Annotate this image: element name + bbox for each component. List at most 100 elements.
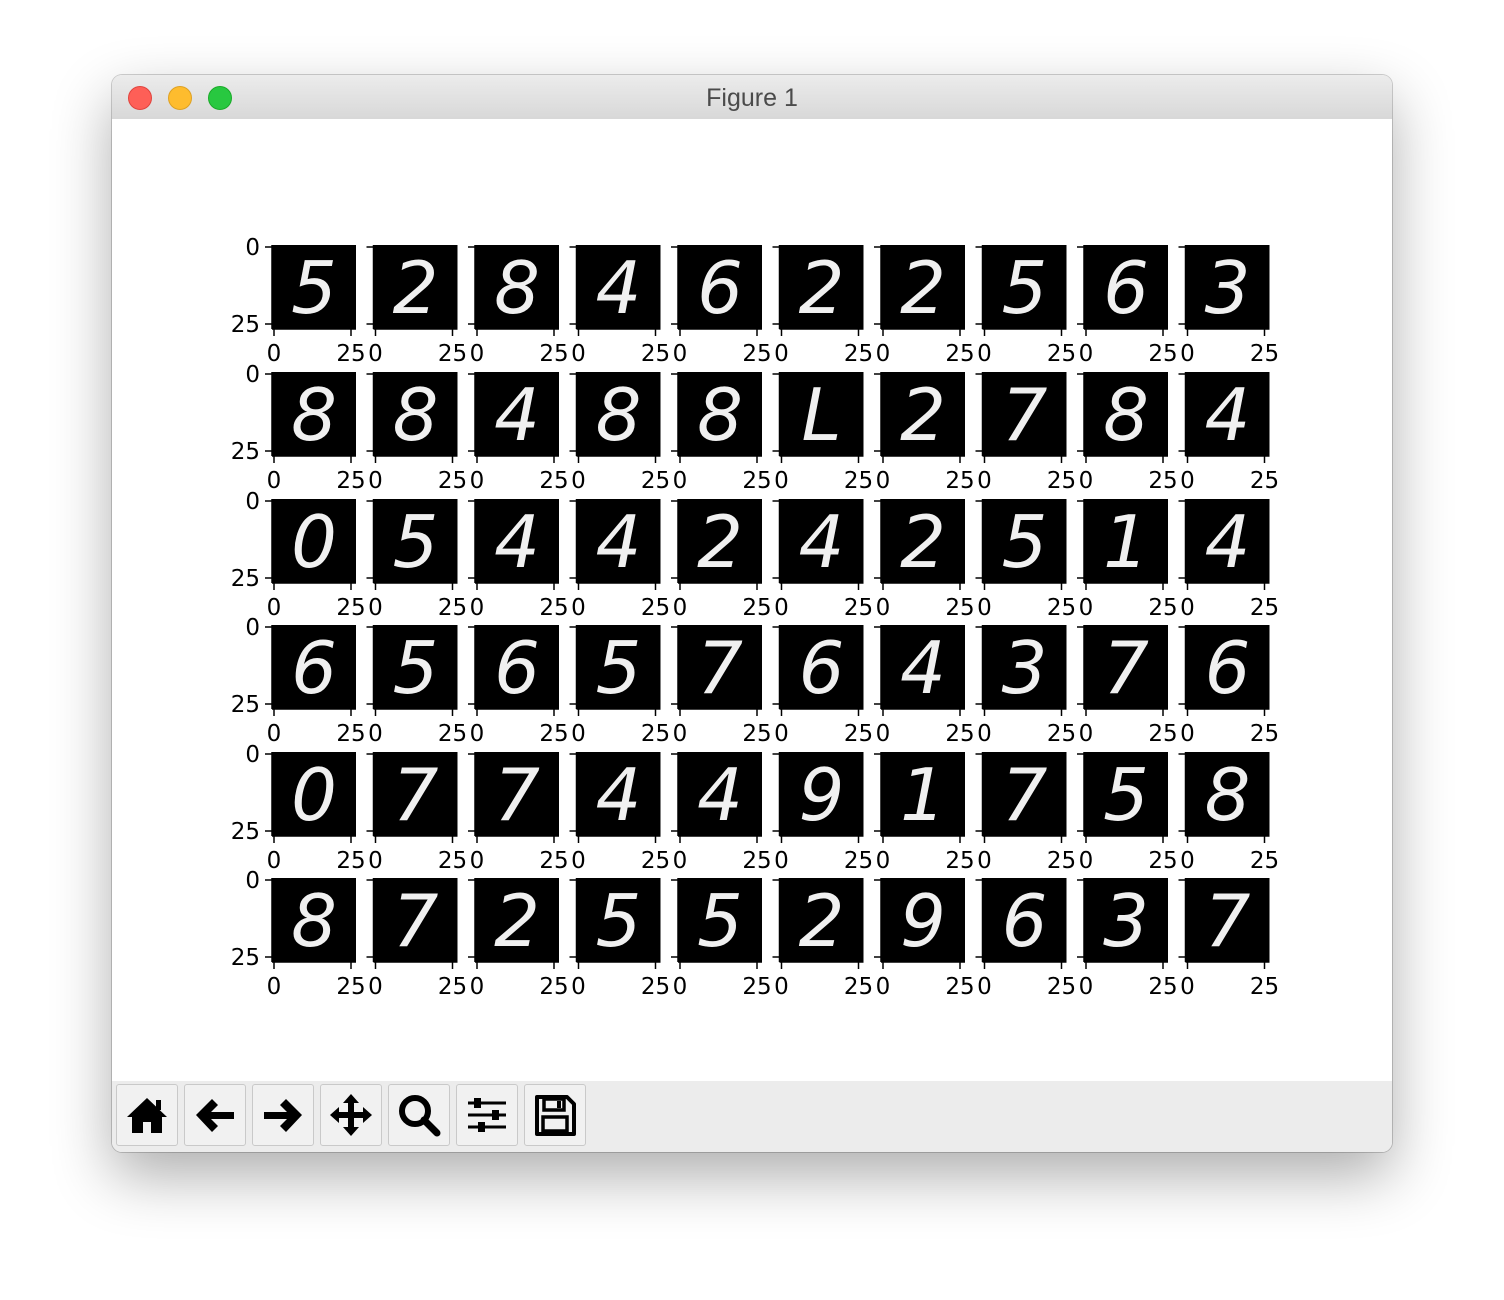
zoom-button[interactable] bbox=[388, 1084, 450, 1146]
magnifier-icon bbox=[399, 1095, 441, 1137]
x-tick-label: 25 bbox=[336, 468, 365, 494]
back-button[interactable] bbox=[184, 1084, 246, 1146]
digit-glyph: 5 bbox=[1103, 753, 1149, 837]
x-tick-label: 0 bbox=[977, 721, 992, 747]
x-tick-label: 0 bbox=[673, 468, 688, 494]
x-tick-label: 0 bbox=[774, 341, 789, 367]
x-tick-label: 25 bbox=[641, 974, 670, 1000]
digit-glyph: 2 bbox=[900, 373, 946, 457]
digit-glyph: 4 bbox=[697, 753, 743, 837]
x-tick-label: 0 bbox=[876, 595, 891, 621]
y-tick-label: 25 bbox=[231, 692, 260, 718]
x-tick-label: 0 bbox=[673, 974, 688, 1000]
x-tick-label: 25 bbox=[336, 595, 365, 621]
x-tick-label: 0 bbox=[267, 468, 282, 494]
x-tick-label: 0 bbox=[1079, 468, 1094, 494]
x-tick-label: 25 bbox=[1148, 595, 1177, 621]
digit-glyph: L bbox=[801, 373, 841, 457]
x-tick-label: 25 bbox=[1250, 848, 1279, 874]
x-tick-label: 0 bbox=[977, 974, 992, 1000]
x-tick-label: 25 bbox=[1047, 974, 1076, 1000]
digit-glyph: 4 bbox=[900, 626, 946, 710]
arrow-right-icon bbox=[264, 1099, 302, 1132]
x-tick-label: 0 bbox=[977, 468, 992, 494]
digit-glyph: 7 bbox=[1002, 753, 1048, 837]
digit-subplot: 6 bbox=[1178, 625, 1270, 716]
figure-canvas[interactable]: 5 0 25 0 25 2 0 25 8 0 25 4 0 25 6 0 25 2 0 25 2 0 25 5 0 25 6 0 25 3… bbox=[112, 119, 1392, 1081]
x-tick-label: 0 bbox=[876, 848, 891, 874]
x-tick-label: 25 bbox=[438, 595, 467, 621]
digit-subplot: 2 bbox=[468, 878, 559, 969]
x-tick-label: 0 bbox=[571, 341, 586, 367]
digit-subplot: 4 bbox=[1178, 499, 1270, 590]
x-tick-label: 25 bbox=[1250, 341, 1279, 367]
digit-glyph: 6 bbox=[494, 626, 540, 710]
configure-subplots-button[interactable] bbox=[456, 1084, 518, 1146]
x-tick-label: 25 bbox=[1250, 974, 1279, 1000]
x-tick-label: 0 bbox=[1180, 468, 1195, 494]
digit-subplot: 3 bbox=[1178, 245, 1270, 336]
digit-glyph: 1 bbox=[900, 753, 946, 837]
digit-subplot: 5 bbox=[366, 625, 458, 716]
digit-subplot: 4 bbox=[772, 499, 864, 590]
y-tick-label: 25 bbox=[231, 945, 260, 971]
digit-subplot: 7 bbox=[1077, 625, 1168, 716]
digit-glyph: 5 bbox=[393, 500, 439, 584]
digit-subplot: 4 bbox=[569, 499, 661, 590]
x-tick-label: 0 bbox=[673, 721, 688, 747]
digit-subplot: L bbox=[772, 372, 864, 463]
digit-glyph: 6 bbox=[1103, 246, 1149, 330]
x-tick-label: 25 bbox=[945, 848, 974, 874]
x-tick-label: 0 bbox=[571, 848, 586, 874]
digit-glyph: 0 bbox=[291, 500, 337, 584]
digit-glyph: 7 bbox=[697, 626, 743, 710]
digit-subplot: 4 bbox=[468, 372, 559, 463]
home-button[interactable] bbox=[116, 1084, 178, 1146]
x-tick-label: 0 bbox=[571, 468, 586, 494]
x-tick-label: 25 bbox=[844, 721, 873, 747]
x-tick-label: 25 bbox=[945, 468, 974, 494]
save-button[interactable] bbox=[524, 1084, 586, 1146]
x-tick-label: 25 bbox=[539, 595, 568, 621]
x-tick-label: 0 bbox=[368, 848, 383, 874]
x-tick-label: 0 bbox=[368, 595, 383, 621]
x-tick-label: 0 bbox=[1079, 595, 1094, 621]
digit-glyph: 4 bbox=[596, 246, 642, 330]
digit-subplot: 4 bbox=[874, 625, 965, 716]
navigation-toolbar bbox=[112, 1081, 1392, 1152]
digit-subplot: 4 bbox=[1178, 372, 1270, 463]
digit-subplot: 9 bbox=[772, 752, 864, 843]
x-tick-label: 0 bbox=[470, 974, 485, 1000]
digit-subplot: 7 bbox=[1178, 878, 1270, 969]
y-tick-label: 0 bbox=[245, 742, 260, 768]
forward-button[interactable] bbox=[252, 1084, 314, 1146]
x-tick-label: 0 bbox=[267, 848, 282, 874]
x-tick-label: 25 bbox=[438, 721, 467, 747]
x-tick-label: 0 bbox=[1079, 721, 1094, 747]
x-tick-label: 0 bbox=[470, 341, 485, 367]
digit-glyph: 6 bbox=[1205, 626, 1251, 710]
x-tick-label: 0 bbox=[571, 974, 586, 1000]
digit-glyph: 8 bbox=[697, 373, 743, 457]
x-tick-label: 0 bbox=[368, 468, 383, 494]
x-tick-label: 25 bbox=[539, 721, 568, 747]
y-tick-label: 25 bbox=[231, 819, 260, 845]
window-title: Figure 1 bbox=[706, 84, 798, 112]
digit-subplot: 3 bbox=[975, 625, 1067, 716]
home-icon bbox=[127, 1098, 167, 1133]
x-tick-label: 25 bbox=[844, 595, 873, 621]
x-tick-label: 25 bbox=[742, 341, 771, 367]
x-tick-label: 0 bbox=[267, 721, 282, 747]
x-tick-label: 25 bbox=[641, 595, 670, 621]
digit-glyph: 3 bbox=[1103, 879, 1149, 963]
x-tick-label: 25 bbox=[336, 721, 365, 747]
y-tick-label: 0 bbox=[245, 615, 260, 641]
pan-button[interactable] bbox=[320, 1084, 382, 1146]
digit-glyph: 2 bbox=[494, 879, 540, 963]
digit-glyph: 5 bbox=[393, 626, 439, 710]
digit-glyph: 4 bbox=[596, 753, 642, 837]
x-tick-label: 0 bbox=[774, 848, 789, 874]
x-tick-label: 25 bbox=[1250, 595, 1279, 621]
x-tick-label: 25 bbox=[945, 721, 974, 747]
x-tick-label: 0 bbox=[774, 595, 789, 621]
